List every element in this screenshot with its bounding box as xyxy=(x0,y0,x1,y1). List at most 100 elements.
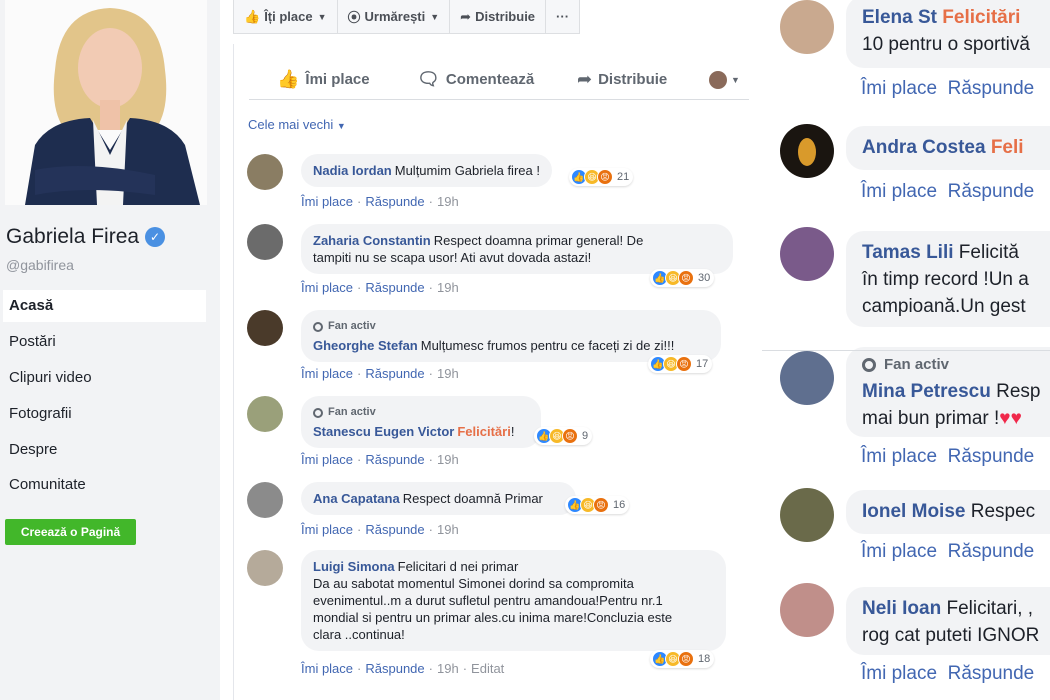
nav-item-home[interactable]: Acasă xyxy=(3,290,206,322)
comment-meta: Îmi place · Răspunde · 19h xyxy=(301,366,459,381)
reaction-summary[interactable]: 👍 😆 😡 21 xyxy=(569,168,634,186)
page-name-text[interactable]: Gabriela Firea xyxy=(6,225,139,249)
fan-badge-label: Fan activ xyxy=(328,406,376,418)
avatar[interactable] xyxy=(780,583,834,637)
post-comment-button[interactable]: 🗨 Comentează xyxy=(417,69,534,90)
comment-like-link[interactable]: Îmi place xyxy=(301,522,353,537)
comment-like-link[interactable]: Îmi place xyxy=(861,78,937,99)
reaction-summary[interactable]: 👍 😆 😡 17 xyxy=(648,355,713,373)
page-like-button[interactable]: 👍 Îți place ▼ xyxy=(234,0,338,33)
top-fan-badge: Fan activ xyxy=(313,404,529,421)
nav-item-community[interactable]: Comunitate xyxy=(3,469,206,501)
comment-meta: Îmi place Răspunde xyxy=(861,181,1034,203)
create-page-button[interactable]: Creează o Pagină xyxy=(5,519,136,545)
commenter-name[interactable]: Gheorghe Stefan xyxy=(313,338,418,353)
comment-meta: Îmi place · Răspunde · 19h xyxy=(301,452,459,467)
nav-item-about[interactable]: Despre xyxy=(3,434,206,466)
profile-picture[interactable] xyxy=(5,0,207,205)
comment-like-link[interactable]: Îmi place xyxy=(861,181,937,202)
avatar[interactable] xyxy=(247,224,283,260)
commenter-name[interactable]: Stanescu Eugen Victor xyxy=(313,424,454,439)
page-handle[interactable]: @gabifirea xyxy=(6,257,74,273)
comment-sort-dropdown[interactable]: Cele mai vechi ▼ xyxy=(248,117,346,132)
comment-meta: Îmi place Răspunde xyxy=(861,446,1034,468)
comment-time[interactable]: 19h xyxy=(437,661,459,676)
page-name[interactable]: Gabriela Firea ✓ xyxy=(6,225,166,249)
reaction-summary[interactable]: 👍 😆 😡 16 xyxy=(565,496,630,514)
reaction-count: 18 xyxy=(698,653,711,665)
comment-time[interactable]: 19h xyxy=(437,280,459,295)
commenter-name[interactable]: Zaharia Constantin xyxy=(313,233,431,248)
comment-reply-link[interactable]: Răspunde xyxy=(365,366,424,381)
comment-reply-link[interactable]: Răspunde xyxy=(948,446,1035,467)
avatar[interactable] xyxy=(780,0,834,54)
comment-like-link[interactable]: Îmi place xyxy=(861,446,937,467)
commenter-name[interactable]: Andra Costea xyxy=(862,137,986,158)
commenter-name[interactable]: Ionel Moise xyxy=(862,501,965,522)
comment-text: Respect doamna primar general! De xyxy=(433,233,644,248)
reaction-summary[interactable]: 👍 😆 😡 30 xyxy=(650,269,715,287)
page-more-button[interactable]: ··· xyxy=(546,0,579,33)
comment-time[interactable]: 19h xyxy=(437,452,459,467)
post-audience-selector[interactable]: ▼ xyxy=(709,70,740,89)
commenter-name[interactable]: Elena St xyxy=(862,7,937,28)
commenter-name[interactable]: Luigi Simona xyxy=(313,559,395,574)
comment-reply-link[interactable]: Răspunde xyxy=(365,661,424,676)
commenter-name[interactable]: Nadia Iordan xyxy=(313,163,392,178)
comment-text: Felicită xyxy=(958,242,1019,263)
comment-like-link[interactable]: Îmi place xyxy=(301,661,353,676)
commenter-name[interactable]: Mina Petrescu xyxy=(862,381,991,402)
page-share-button[interactable]: ➦ Distribuie xyxy=(450,0,547,33)
thumbs-up-outline-icon: 👍 xyxy=(277,69,300,89)
comment-reply-link[interactable]: Răspunde xyxy=(948,541,1035,562)
page-follow-label: Urmărești xyxy=(364,9,426,24)
avatar[interactable] xyxy=(780,124,834,178)
post-like-button[interactable]: 👍 Îmi place xyxy=(277,69,370,90)
comment-text-line: în timp record !Un a xyxy=(862,269,1029,290)
comment-like-link[interactable]: Îmi place xyxy=(861,541,937,562)
avatar[interactable] xyxy=(247,550,283,586)
nav-item-photos[interactable]: Fotografii xyxy=(3,398,206,430)
avatar[interactable] xyxy=(247,154,283,190)
comment-like-link[interactable]: Îmi place xyxy=(861,663,937,684)
avatar[interactable] xyxy=(780,351,834,405)
comment-text: Felicitari, , xyxy=(946,598,1034,619)
angry-reaction-icon: 😡 xyxy=(676,356,692,372)
comment-reply-link[interactable]: Răspunde xyxy=(948,663,1035,684)
reaction-count: 17 xyxy=(696,358,709,370)
comment-text: Mulțumim Gabriela firea ! xyxy=(394,163,540,178)
comment-reply-link[interactable]: Răspunde xyxy=(365,194,424,209)
comment-text-line: Da au sabotat momentul Simonei dorind sa… xyxy=(313,576,634,591)
comment-like-link[interactable]: Îmi place xyxy=(301,280,353,295)
comment-text: Felicitari d nei primar xyxy=(397,559,519,574)
post-share-button[interactable]: ➦ Distribuie xyxy=(577,69,667,90)
reaction-count: 16 xyxy=(613,499,626,511)
avatar[interactable] xyxy=(247,482,283,518)
page-follow-button[interactable]: ⦿ Urmărești ▼ xyxy=(338,0,451,33)
avatar[interactable] xyxy=(247,310,283,346)
reaction-summary[interactable]: 👍 😆 😡 9 xyxy=(534,427,593,445)
comment-time[interactable]: 19h xyxy=(437,366,459,381)
comment-time[interactable]: 19h xyxy=(437,522,459,537)
comment-reply-link[interactable]: Răspunde xyxy=(365,522,424,537)
page-sidebar: Gabriela Firea ✓ @gabifirea Acasă Postăr… xyxy=(0,0,220,700)
comment-like-link[interactable]: Îmi place xyxy=(301,194,353,209)
comment-reply-link[interactable]: Răspunde xyxy=(365,452,424,467)
commenter-name[interactable]: Tamas Lili xyxy=(862,242,954,263)
comment-time[interactable]: 19h xyxy=(437,194,459,209)
commenter-name[interactable]: Neli Ioan xyxy=(862,598,941,619)
avatar[interactable] xyxy=(780,488,834,542)
comment-reply-link[interactable]: Răspunde xyxy=(365,280,424,295)
avatar[interactable] xyxy=(780,227,834,281)
comment-reply-link[interactable]: Răspunde xyxy=(948,181,1035,202)
comment-text: Mulțumesc frumos pentru ce faceți zi de … xyxy=(420,338,675,353)
reaction-summary[interactable]: 👍 😆 😡 18 xyxy=(650,650,715,668)
nav-item-posts[interactable]: Postări xyxy=(3,326,206,358)
commenter-name[interactable]: Ana Capatana xyxy=(313,491,400,506)
angry-reaction-icon: 😡 xyxy=(678,270,694,286)
nav-item-videos[interactable]: Clipuri video xyxy=(3,362,206,394)
comment-like-link[interactable]: Îmi place xyxy=(301,366,353,381)
comment-like-link[interactable]: Îmi place xyxy=(301,452,353,467)
comment-reply-link[interactable]: Răspunde xyxy=(948,78,1035,99)
avatar[interactable] xyxy=(247,396,283,432)
